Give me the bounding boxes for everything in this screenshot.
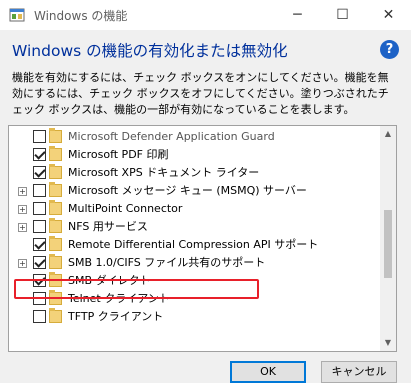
feature-label: Microsoft XPS ドキュメント ライター	[68, 166, 260, 179]
folder-icon	[49, 308, 62, 323]
folder-icon	[49, 254, 62, 269]
feature-row[interactable]: TFTP クライアント	[9, 308, 377, 326]
feature-label: SMB 1.0/CIFS ファイル共有のサポート	[68, 256, 266, 269]
scroll-up-icon[interactable]: ▲	[380, 126, 396, 142]
feature-checkbox[interactable]	[33, 220, 46, 233]
feature-checkbox[interactable]	[33, 202, 46, 215]
feature-label: Microsoft メッセージ キュー (MSMQ) サーバー	[68, 184, 307, 197]
expand-icon[interactable]: +	[18, 259, 27, 268]
feature-checkbox[interactable]	[33, 148, 46, 161]
feature-row[interactable]: Microsoft XPS ドキュメント ライター	[9, 164, 377, 182]
title-bar: Windows の機能 ─ ☐ ✕	[0, 0, 411, 30]
feature-row[interactable]: + NFS 用サービス	[9, 218, 377, 236]
feature-label: MultiPoint Connector	[68, 202, 183, 215]
windows-features-icon	[9, 8, 25, 22]
expand-icon[interactable]: +	[18, 187, 27, 196]
feature-label: Microsoft Defender Application Guard	[68, 130, 275, 143]
feature-label: TFTP クライアント	[68, 310, 164, 323]
folder-icon	[49, 146, 62, 161]
window-title: Windows の機能	[34, 9, 128, 23]
feature-checkbox[interactable]	[33, 166, 46, 179]
feature-checkbox[interactable]	[33, 238, 46, 251]
scroll-down-icon[interactable]: ▼	[380, 335, 396, 351]
scroll-thumb[interactable]	[384, 210, 392, 278]
feature-row[interactable]: + Microsoft メッセージ キュー (MSMQ) サーバー	[9, 182, 377, 200]
feature-row[interactable]: + SMB 1.0/CIFS ファイル共有のサポート	[9, 254, 377, 272]
feature-checkbox[interactable]	[33, 184, 46, 197]
feature-row[interactable]: Microsoft Defender Application Guard	[9, 128, 377, 146]
maximize-button[interactable]: ☐	[320, 0, 365, 30]
close-button[interactable]: ✕	[366, 0, 411, 30]
feature-row[interactable]: + MultiPoint Connector	[9, 200, 377, 218]
folder-icon	[49, 236, 62, 251]
folder-icon	[49, 128, 62, 143]
help-icon[interactable]: ?	[380, 40, 399, 59]
page-title: Windows の機能の有効化または無効化	[12, 42, 288, 60]
feature-label: NFS 用サービス	[68, 220, 148, 233]
feature-checkbox[interactable]	[33, 256, 46, 269]
feature-tree-list[interactable]: ▲ ▼ Microsoft Defender Application Guard…	[8, 125, 397, 352]
folder-icon	[49, 164, 62, 179]
feature-row[interactable]: Remote Differential Compression API サポート	[9, 236, 377, 254]
feature-checkbox[interactable]	[33, 130, 46, 143]
minimize-button[interactable]: ─	[275, 0, 320, 30]
description-text: 機能を有効にするには、チェック ボックスをオンにしてください。機能を無効にするに…	[12, 71, 389, 116]
highlight-box	[14, 279, 259, 299]
folder-icon	[49, 218, 62, 233]
features-dialog: Windows の機能の有効化または無効化 ? 機能を有効にするには、チェック …	[0, 30, 411, 383]
ok-button[interactable]: OK	[230, 361, 306, 383]
vertical-scrollbar[interactable]: ▲ ▼	[380, 126, 396, 351]
feature-label: Remote Differential Compression API サポート	[68, 238, 319, 251]
feature-row[interactable]: Microsoft PDF 印刷	[9, 146, 377, 164]
cancel-button[interactable]: キャンセル	[321, 361, 397, 383]
folder-icon	[49, 182, 62, 197]
folder-icon	[49, 200, 62, 215]
expand-icon[interactable]: +	[18, 223, 27, 232]
feature-label: Microsoft PDF 印刷	[68, 148, 169, 161]
expand-icon[interactable]: +	[18, 205, 27, 214]
feature-checkbox[interactable]	[33, 310, 46, 323]
